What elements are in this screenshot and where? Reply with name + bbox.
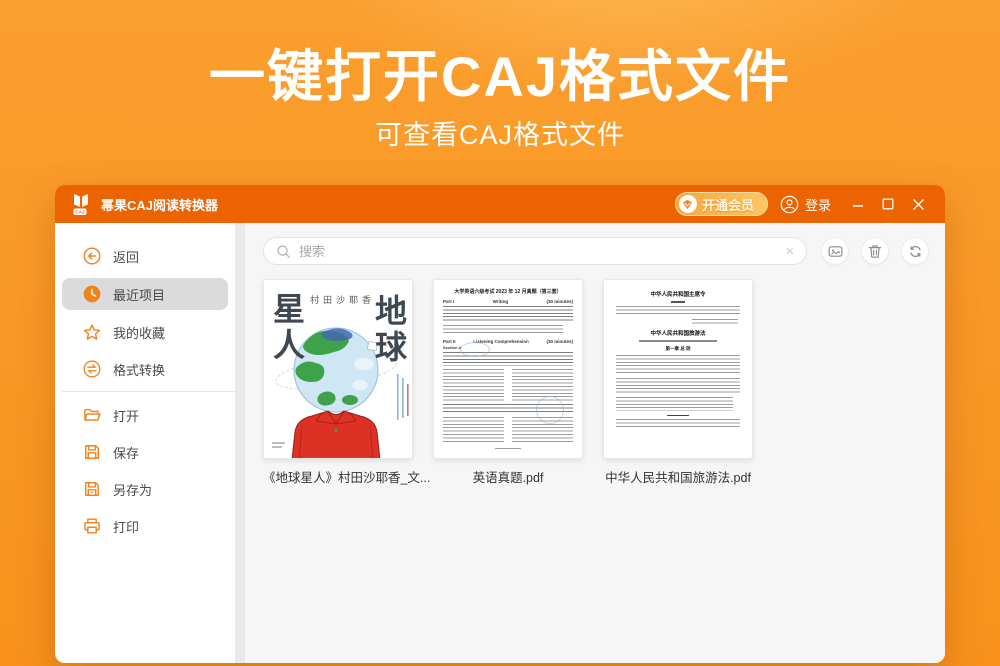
sidebar-item-open[interactable]: 打开 [62,400,228,430]
book-cover-art: 星 人 地 球 村田沙耶香 [264,280,413,459]
toolbar: × [263,237,929,265]
document-caption: 中华人民共和国旅游法.pdf [603,467,753,486]
window-controls [843,190,933,218]
banner-title: 一键打开CAJ格式文件 [0,32,1000,113]
minimize-button[interactable] [843,190,873,218]
sidebar-item-label: 另存为 [113,480,152,499]
sidebar-item-label: 打开 [113,406,139,425]
document-thumbnail-english-exam[interactable]: 大学英语六级考试 2023 年 12 月真题（第三套） Part I Writi… [433,279,583,459]
refresh-button[interactable] [901,237,929,265]
document-thumbnail-tourism-law[interactable]: 中华人民共和国主席令 中华人民共和国旅游法 第一章 总 则 [603,279,753,459]
app-title: 幂果CAJ阅读转换器 [101,195,218,214]
svg-text:星: 星 [273,291,305,327]
back-arrow-circle-icon [82,246,102,266]
blue-stamp [460,342,490,357]
document-item: 星 人 地 球 村田沙耶香 《地球星人》村田沙耶香_文... [263,279,413,486]
search-box: × [263,237,807,265]
document-item: 大学英语六级考试 2023 年 12 月真题（第三套） Part I Writi… [433,279,583,486]
sidebar-item-label: 我的收藏 [113,323,165,342]
sidebar: 返回 最近项目 [55,223,235,663]
sidebar-item-save[interactable]: 保存 [62,437,228,467]
trash-icon [868,244,882,259]
document-item: 中华人民共和国主席令 中华人民共和国旅游法 第一章 总 则 [603,279,753,486]
close-icon [912,198,925,211]
swap-arrows-circle-icon [82,359,102,379]
clock-icon [82,284,102,304]
login-label: 登录 [805,195,831,214]
star-icon [82,322,102,342]
blue-stamp [536,396,564,424]
close-button[interactable] [903,190,933,218]
vip-label: 开通会员 [702,195,754,214]
sidebar-item-label: 打印 [113,517,139,536]
svg-text:地: 地 [375,293,407,329]
sidebar-item-convert[interactable]: 格式转换 [62,354,228,384]
sidebar-item-back[interactable]: 返回 [62,241,228,271]
document-caption: 《地球星人》村田沙耶香_文... [263,467,413,486]
svg-text:球: 球 [375,329,408,365]
document-caption: 英语真题.pdf [433,467,583,486]
sidebar-item-recent[interactable]: 最近项目 [62,278,228,310]
minimize-icon [852,198,864,210]
app-window: CAJ 幂果CAJ阅读转换器 开通会员 [55,185,945,663]
folder-open-icon [82,405,102,425]
open-vip-button[interactable]: 开通会员 [675,192,768,216]
main-content: × [245,223,945,663]
printer-icon [82,516,102,536]
titlebar: CAJ 幂果CAJ阅读转换器 开通会员 [55,185,945,223]
search-input[interactable] [299,244,778,259]
sidebar-item-print[interactable]: 打印 [62,511,228,541]
banner-subtitle: 可查看CAJ格式文件 [0,113,1000,152]
document-thumbnail-earthlings[interactable]: 星 人 地 球 村田沙耶香 [263,279,413,459]
svg-text:CAJ: CAJ [75,210,85,215]
exam-page-art: 大学英语六级考试 2023 年 12 月真题（第三套） Part I Writi… [434,280,582,458]
floppy-disk-icon [82,442,102,462]
vip-diamond-icon [679,195,697,213]
svg-text:人: 人 [273,327,305,363]
sidebar-item-label: 最近项目 [113,285,165,304]
floppy-disk-plus-icon [82,479,102,499]
window-body: 返回 最近项目 [55,223,945,663]
sidebar-divider [62,391,235,392]
search-icon [276,244,291,259]
maximize-icon [882,198,894,210]
document-grid: 星 人 地 球 村田沙耶香 《地球星人》村田沙耶香_文... [263,279,929,486]
svg-text:村田沙耶香: 村田沙耶香 [310,294,375,305]
clear-search-icon[interactable]: × [786,244,795,259]
delete-button[interactable] [861,237,889,265]
login-button[interactable]: 登录 [780,195,831,214]
sidebar-item-label: 返回 [113,247,139,266]
refresh-icon [908,244,923,259]
sidebar-item-favorites[interactable]: 我的收藏 [62,317,228,347]
sidebar-item-save-as[interactable]: 另存为 [62,474,228,504]
promo-page: 一键打开CAJ格式文件 可查看CAJ格式文件 CAJ 幂果CAJ阅读转换器 [0,0,1000,666]
app-logo-icon: CAJ [69,191,93,217]
user-icon [780,195,799,214]
image-preview-button[interactable] [821,237,849,265]
law-page-art: 中华人民共和国主席令 中华人民共和国旅游法 第一章 总 则 [604,280,752,458]
sidebar-item-label: 格式转换 [113,360,165,379]
image-preview-icon [828,244,843,259]
sidebar-item-label: 保存 [113,443,139,462]
maximize-button[interactable] [873,190,903,218]
